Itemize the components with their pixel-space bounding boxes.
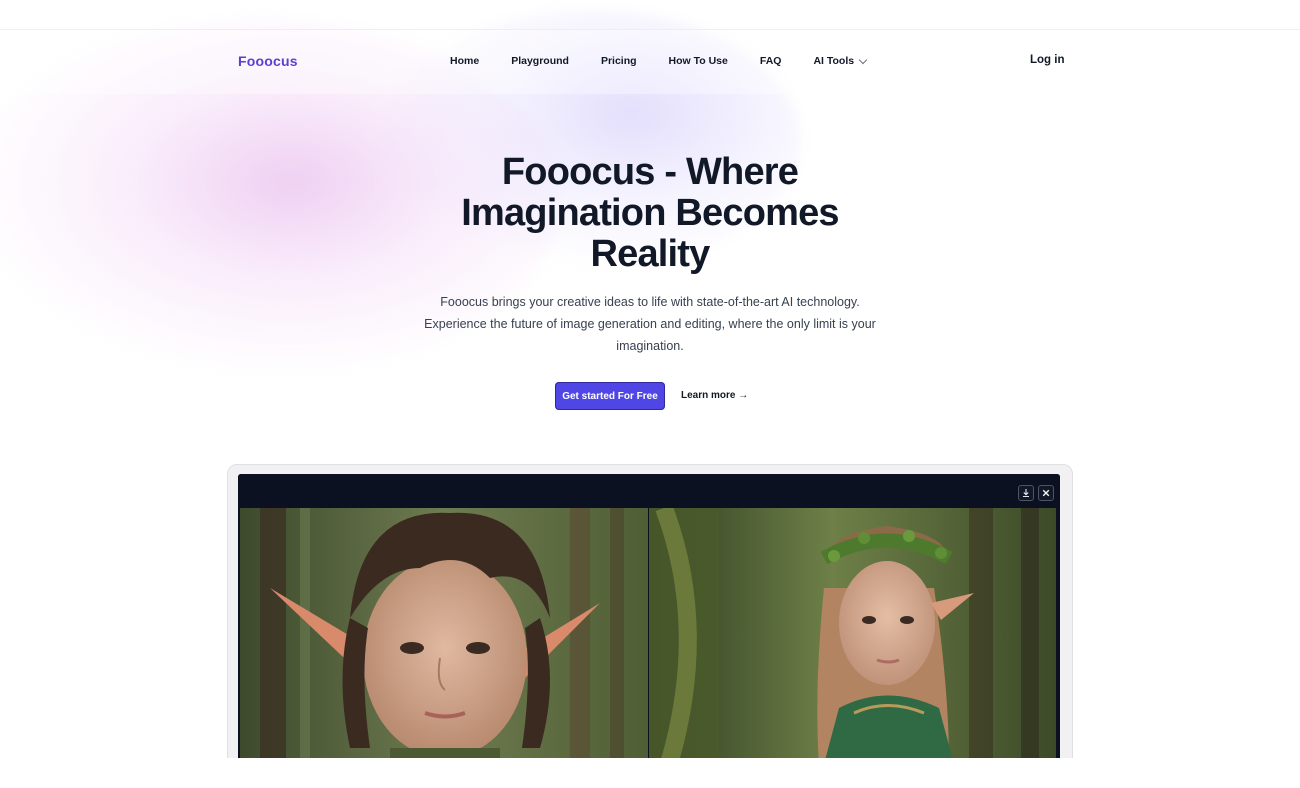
hero-title-line-3: Reality bbox=[590, 233, 710, 275]
hero-subtitle: Fooocus brings your creative ideas to li… bbox=[424, 295, 876, 353]
hero-title: Fooocus - Where Imagination Becomes Real… bbox=[400, 152, 900, 275]
nav-links: Home Playground Pricing How To Use FAQ A… bbox=[450, 55, 868, 67]
get-started-button[interactable]: Get started For Free bbox=[555, 382, 665, 410]
nav-pricing[interactable]: Pricing bbox=[601, 55, 637, 67]
login-link[interactable]: Log in bbox=[1030, 54, 1065, 66]
page: Fooocus Home Playground Pricing How To U… bbox=[0, 0, 1300, 788]
hero-title-line-2: Imagination Becomes bbox=[461, 192, 839, 234]
nav-faq[interactable]: FAQ bbox=[760, 55, 782, 67]
preview-window bbox=[238, 474, 1060, 764]
nav-home[interactable]: Home bbox=[450, 55, 479, 67]
brand-logo[interactable]: Fooocus bbox=[238, 53, 298, 69]
nav-playground[interactable]: Playground bbox=[511, 55, 569, 67]
generated-image-elf-boy[interactable] bbox=[240, 508, 648, 764]
bottom-whitespace bbox=[0, 758, 1300, 788]
nav-ai-tools-dropdown[interactable]: AI Tools bbox=[813, 55, 868, 67]
chevron-down-icon bbox=[858, 55, 868, 64]
learn-more-link[interactable]: Learn more → bbox=[681, 390, 748, 401]
download-icon[interactable] bbox=[1018, 485, 1034, 501]
navbar: Fooocus Home Playground Pricing How To U… bbox=[0, 29, 1300, 94]
generated-image-elf-girl[interactable] bbox=[649, 508, 1056, 764]
preview-toolbar bbox=[238, 474, 1060, 508]
nav-ai-tools-label: AI Tools bbox=[813, 55, 855, 67]
hero-title-line-1: Fooocus - Where bbox=[501, 151, 799, 193]
close-icon[interactable] bbox=[1038, 485, 1054, 501]
nav-how-to-use[interactable]: How To Use bbox=[669, 55, 728, 67]
